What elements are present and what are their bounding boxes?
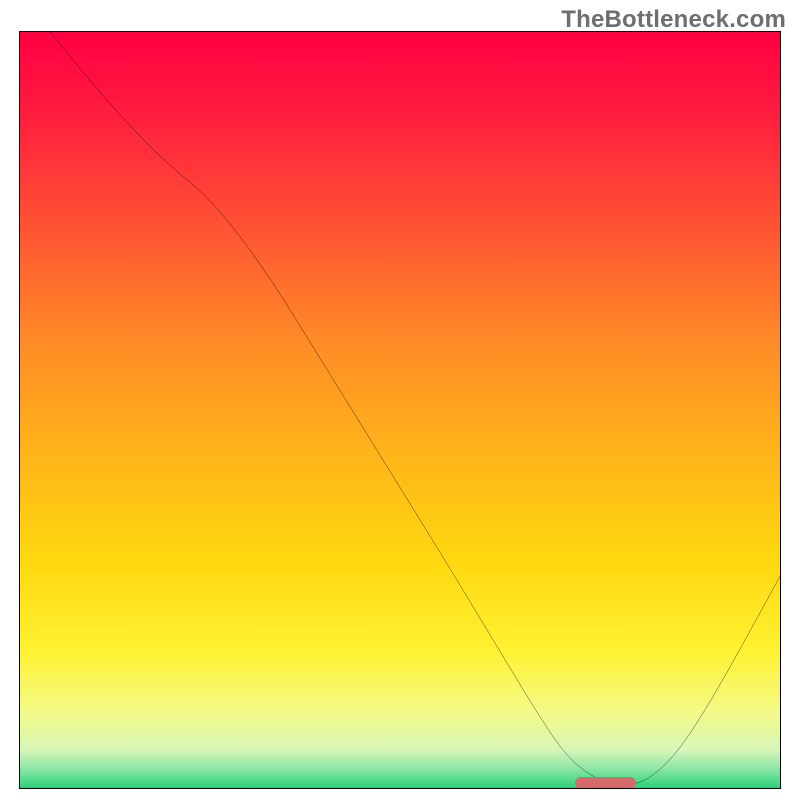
optimum-marker: [575, 777, 636, 788]
plot-area: [20, 32, 780, 788]
chart-container: TheBottleneck.com: [0, 0, 800, 800]
bottleneck-curve: [20, 32, 780, 788]
watermark-text: TheBottleneck.com: [561, 6, 786, 34]
